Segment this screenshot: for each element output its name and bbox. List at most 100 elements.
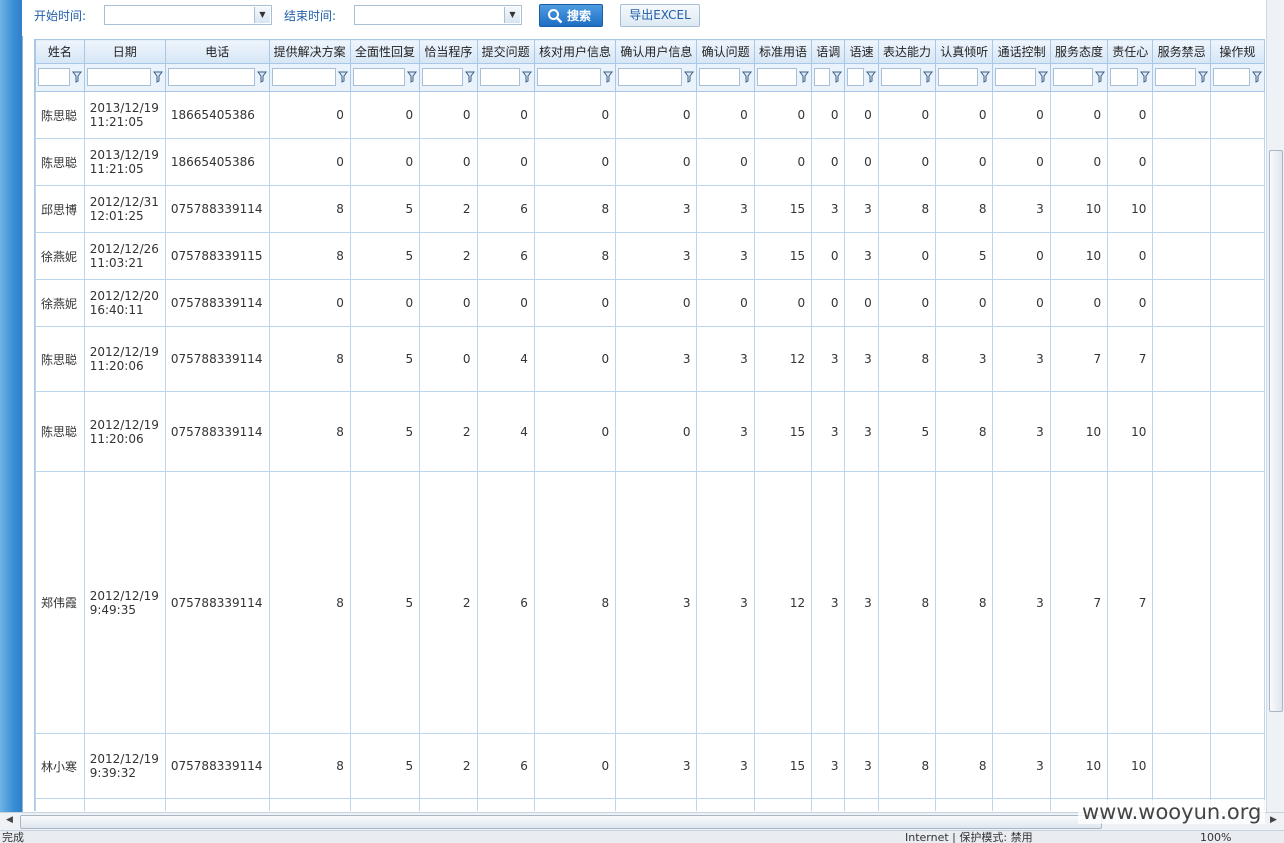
filter-icon[interactable]: [865, 71, 876, 83]
table-cell: [1209, 733, 1265, 799]
column-filter-input[interactable]: [847, 68, 864, 86]
column-filter-input[interactable]: [422, 68, 463, 86]
column-header[interactable]: 提供解决方案: [268, 39, 351, 64]
column-header[interactable]: 全面性回复: [349, 39, 421, 64]
column-filter-input[interactable]: [995, 68, 1036, 86]
column-filter-input[interactable]: [86, 68, 151, 86]
table-row[interactable]: 陈思聪 2013/12/19 11:21:05 18665405386 0 0 0 0 0 0 0 0…: [35, 91, 1265, 139]
horizontal-scroll-thumb[interactable]: [20, 815, 1102, 829]
table-cell: [1152, 471, 1211, 734]
table-row[interactable]: 徐燕妮 2012/12/20 16:40:11 075788339114 0 0 0 0 0 0 0…: [35, 279, 1265, 327]
column-header[interactable]: 操作规: [1209, 39, 1265, 64]
table-cell: 075788339114: [164, 733, 270, 799]
table-cell: 3: [696, 185, 755, 233]
column-filter-input[interactable]: [167, 68, 255, 86]
column-header[interactable]: 电话: [164, 39, 270, 64]
end-time-dropdown-icon[interactable]: ▼: [504, 7, 520, 23]
column-filter-input[interactable]: [1155, 68, 1196, 86]
column-filter-input[interactable]: [880, 68, 922, 86]
column-header[interactable]: 标准用语: [753, 39, 813, 64]
column-header[interactable]: 语调: [811, 39, 846, 64]
vertical-scrollbar[interactable]: [1266, 0, 1284, 812]
table-cell: 8: [935, 391, 994, 472]
column-header[interactable]: 确认用户信息: [615, 39, 698, 64]
table-cell: 0: [1107, 279, 1154, 327]
scroll-right-icon[interactable]: ▶: [1270, 815, 1277, 825]
column-filter-input[interactable]: [1110, 68, 1139, 86]
search-button[interactable]: 搜索: [539, 4, 603, 27]
filter-icon[interactable]: [1197, 71, 1208, 83]
column-filter-input[interactable]: [814, 68, 831, 86]
column-filter-cell: [83, 63, 166, 92]
filter-icon[interactable]: [1252, 71, 1262, 83]
status-zoom[interactable]: 100%: [1200, 831, 1231, 843]
table-cell: 0: [533, 391, 617, 472]
filter-icon[interactable]: [741, 71, 752, 83]
column-filter-input[interactable]: [271, 68, 336, 86]
start-time-dropdown-icon[interactable]: ▼: [254, 7, 270, 23]
column-header[interactable]: 语速: [844, 39, 879, 64]
table-row[interactable]: 陈思聪 2012/12/19 11:20:06 075788339114 8 5 2 4 0 0 3…: [35, 391, 1265, 472]
column-header[interactable]: 服务禁忌: [1152, 39, 1211, 64]
table-cell: 2013/12/19 11:21:05: [83, 138, 166, 186]
column-filter-input[interactable]: [479, 68, 520, 86]
filter-icon[interactable]: [152, 71, 163, 83]
start-time-field[interactable]: ▼: [104, 5, 272, 25]
table-cell: [615, 798, 698, 811]
column-header[interactable]: 提交问题: [476, 39, 535, 64]
column-filter-input[interactable]: [1212, 68, 1250, 86]
table-cell: 2012/12/19 9:39:32: [83, 733, 166, 799]
table-row[interactable]: 徐燕妮 2012/12/26 11:03:21 075788339115 8 5 2 6 8 3 3…: [35, 232, 1265, 280]
column-header[interactable]: 通话控制: [992, 39, 1051, 64]
filter-icon[interactable]: [832, 71, 843, 83]
column-header[interactable]: 姓名: [35, 39, 85, 64]
column-filter-input[interactable]: [699, 68, 740, 86]
filter-icon[interactable]: [1140, 71, 1151, 83]
table-row[interactable]: 邱思博 2012/12/31 12:01:25 075788339114 8 5 2 6 8 3 3…: [35, 185, 1265, 233]
filter-icon[interactable]: [256, 71, 267, 83]
column-header[interactable]: 认真倾听: [935, 39, 994, 64]
vertical-scroll-thumb[interactable]: [1269, 150, 1283, 712]
column-filter-input[interactable]: [38, 68, 70, 86]
filter-icon[interactable]: [71, 71, 82, 83]
column-filter-input[interactable]: [938, 68, 979, 86]
table-row[interactable]: 郑伟霞 2012/12/19 9:49:35 075788339114 8 5 2 6 8 3 3 1…: [35, 471, 1265, 734]
export-excel-button[interactable]: 导出EXCEL: [620, 4, 700, 27]
filter-icon[interactable]: [603, 71, 614, 83]
column-header[interactable]: 表达能力: [877, 39, 937, 64]
column-filter-cell: [1049, 63, 1109, 92]
column-header[interactable]: 确认问题: [696, 39, 755, 64]
column-header[interactable]: 服务态度: [1049, 39, 1109, 64]
column-filter-input[interactable]: [618, 68, 683, 86]
column-filter-input[interactable]: [756, 68, 798, 86]
filter-icon[interactable]: [464, 71, 475, 83]
filter-icon[interactable]: [980, 71, 991, 83]
end-time-field[interactable]: ▼: [354, 5, 522, 25]
filter-icon[interactable]: [684, 71, 695, 83]
table-cell: 3: [696, 391, 755, 472]
column-filter-input[interactable]: [1052, 68, 1094, 86]
filter-icon[interactable]: [923, 71, 934, 83]
column-filter-input[interactable]: [536, 68, 602, 86]
column-header[interactable]: 核对用户信息: [533, 39, 617, 64]
column-filter-input[interactable]: [352, 68, 406, 86]
filter-icon[interactable]: [799, 71, 810, 83]
column-header[interactable]: 责任心: [1107, 39, 1154, 64]
filter-icon[interactable]: [1095, 71, 1106, 83]
table-row[interactable]: 林小寒 2012/12/19 9:39:32 075788339114 8 5 2 6 0 3 3 1…: [35, 733, 1265, 799]
filter-icon[interactable]: [337, 71, 348, 83]
table-cell: 0: [1107, 91, 1154, 139]
filter-icon[interactable]: [521, 71, 532, 83]
filter-icon[interactable]: [407, 71, 418, 83]
table-cell: 8: [877, 326, 937, 392]
table-cell: 0: [696, 138, 755, 186]
table-row[interactable]: 陈思聪 2013/12/19 11:21:05 18665405386 0 0 0 0 0 0 0 0…: [35, 138, 1265, 186]
filter-icon[interactable]: [1037, 71, 1048, 83]
column-header[interactable]: 日期: [83, 39, 166, 64]
table-row[interactable]: 陈思聪 2012/12/19 11:20:06 075788339114 8 5 0 4 0 3 3…: [35, 326, 1265, 392]
table-cell: 0: [533, 733, 617, 799]
table-cell: 0: [349, 138, 421, 186]
table-cell: 6: [476, 733, 535, 799]
scroll-left-icon[interactable]: ◀: [6, 815, 13, 825]
column-header[interactable]: 恰当程序: [419, 39, 478, 64]
